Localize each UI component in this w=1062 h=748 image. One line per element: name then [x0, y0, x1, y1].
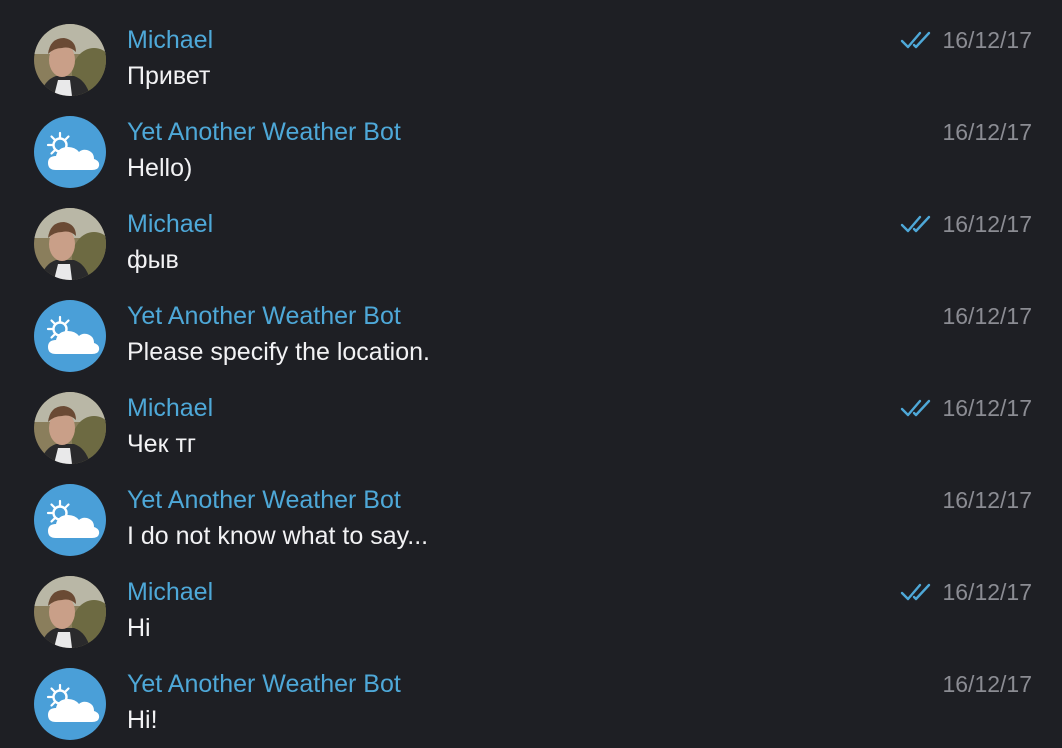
sender-name[interactable]: Michael [127, 577, 213, 607]
weather-cloud-sun-icon [34, 116, 106, 188]
message-text: Hi [127, 614, 151, 642]
sender-name[interactable]: Michael [127, 209, 213, 239]
double-check-icon [900, 31, 931, 49]
weather-cloud-sun-icon [34, 668, 106, 740]
user-avatar[interactable] [34, 576, 106, 648]
double-check-icon [900, 399, 931, 417]
sender-name[interactable]: Michael [127, 393, 213, 423]
message-date: 16/12/17 [942, 27, 1032, 53]
message-date: 16/12/17 [942, 119, 1032, 145]
message-text: фыв [127, 246, 179, 274]
weather-cloud-sun-icon [34, 300, 106, 372]
message-list: Michael Привет 16/12/17 Yet Another Weat… [0, 0, 1062, 748]
message-date: 16/12/17 [942, 303, 1032, 329]
message-item[interactable]: Michael Hi 16/12/17 [0, 576, 1062, 668]
user-avatar[interactable] [34, 392, 106, 464]
message-date: 16/12/17 [942, 671, 1032, 697]
user-photo-icon [34, 392, 106, 464]
message-item[interactable]: Michael Чек тг 16/12/17 [0, 392, 1062, 484]
sender-name[interactable]: Yet Another Weather Bot [127, 301, 401, 331]
sender-name[interactable]: Yet Another Weather Bot [127, 669, 401, 699]
sender-name[interactable]: Michael [127, 25, 213, 55]
message-item[interactable]: Yet Another Weather Bot Please specify t… [0, 300, 1062, 392]
user-photo-icon [34, 24, 106, 96]
bot-avatar[interactable] [34, 668, 106, 740]
weather-cloud-sun-icon [34, 484, 106, 556]
message-text: Hi! [127, 706, 158, 734]
message-item[interactable]: Michael фыв 16/12/17 [0, 208, 1062, 300]
message-text: Привет [127, 62, 211, 90]
user-photo-icon [34, 208, 106, 280]
message-date: 16/12/17 [942, 211, 1032, 237]
message-date: 16/12/17 [942, 487, 1032, 513]
message-text: Hello) [127, 154, 193, 182]
double-check-icon [900, 583, 931, 601]
message-item[interactable]: Yet Another Weather Bot I do not know wh… [0, 484, 1062, 576]
double-check-icon [900, 215, 931, 233]
bot-avatar[interactable] [34, 484, 106, 556]
message-date: 16/12/17 [942, 395, 1032, 421]
message-item[interactable]: Yet Another Weather Bot Hi! 16/12/17 [0, 668, 1062, 748]
user-avatar[interactable] [34, 208, 106, 280]
bot-avatar[interactable] [34, 300, 106, 372]
sender-name[interactable]: Yet Another Weather Bot [127, 117, 401, 147]
message-date: 16/12/17 [942, 579, 1032, 605]
bot-avatar[interactable] [34, 116, 106, 188]
user-avatar[interactable] [34, 24, 106, 96]
message-text: Чек тг [127, 430, 197, 458]
message-item[interactable]: Yet Another Weather Bot Hello) 16/12/17 [0, 116, 1062, 208]
user-photo-icon [34, 576, 106, 648]
sender-name[interactable]: Yet Another Weather Bot [127, 485, 401, 515]
message-text: Please specify the location. [127, 338, 430, 366]
message-item[interactable]: Michael Привет 16/12/17 [0, 24, 1062, 116]
message-text: I do not know what to say... [127, 522, 429, 550]
